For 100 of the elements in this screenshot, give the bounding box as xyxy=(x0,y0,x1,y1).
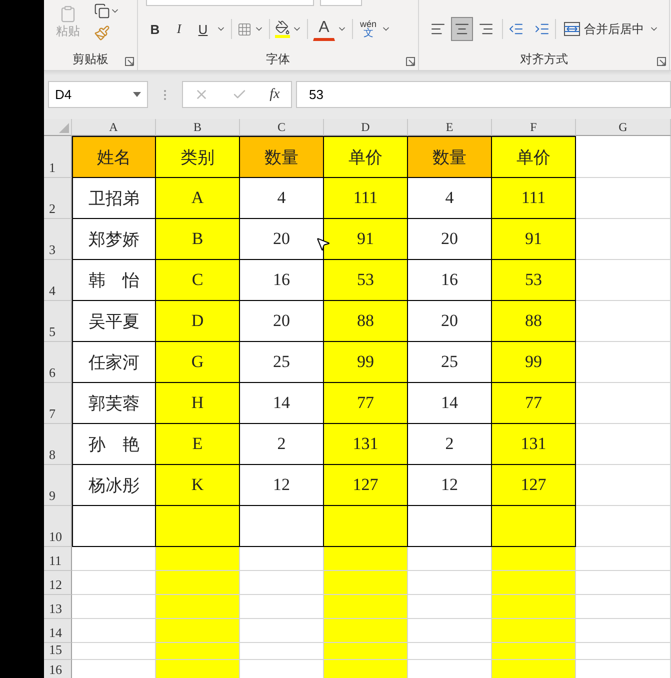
table-cell: B xyxy=(156,219,240,260)
table-cell: 77 xyxy=(324,383,408,424)
align-center-icon[interactable] xyxy=(454,21,470,37)
header-cell: 单价 xyxy=(492,136,576,178)
name-box[interactable]: D4 xyxy=(48,81,148,108)
bold-button[interactable]: B xyxy=(144,17,166,41)
align-center-button[interactable] xyxy=(451,17,473,41)
table-cell: 77 xyxy=(492,383,576,424)
dialog-launcher-icon[interactable] xyxy=(125,57,134,66)
row-header[interactable]: 13 xyxy=(44,595,72,619)
table-cell: C xyxy=(156,260,240,301)
align-right-icon[interactable] xyxy=(478,21,494,37)
table-cell: E xyxy=(156,424,240,465)
table-cell: H xyxy=(156,383,240,424)
table-cell: 53 xyxy=(492,260,576,301)
group-label: 字体 xyxy=(265,50,291,68)
table-cell: 2 xyxy=(408,424,492,465)
phonetic-button[interactable]: wén 文 xyxy=(358,20,379,38)
header-cell: 数量 xyxy=(240,136,324,178)
table-cell: 任家河 xyxy=(72,342,156,383)
table-cell: A xyxy=(156,178,240,219)
copy-icon[interactable] xyxy=(94,3,110,19)
table-cell: 20 xyxy=(240,219,324,260)
merge-center-button[interactable]: 合并后居中 xyxy=(561,17,647,41)
table-cell: D xyxy=(156,301,240,342)
row-header[interactable]: 2 xyxy=(44,178,72,219)
table-cell: 吴平夏 xyxy=(72,301,156,342)
table-cell: 88 xyxy=(324,301,408,342)
table-cell: 郭芙蓉 xyxy=(72,383,156,424)
row-header[interactable]: 16 xyxy=(44,660,72,678)
table-cell: 25 xyxy=(240,342,324,383)
insert-function-button[interactable]: fx xyxy=(270,86,280,102)
table-cell: 12 xyxy=(408,465,492,506)
row-header[interactable]: 15 xyxy=(44,643,72,660)
header-cell: 类别 xyxy=(156,136,240,178)
fill-color-icon[interactable] xyxy=(275,20,290,38)
font-size-field[interactable] xyxy=(320,0,362,6)
table-cell: 111 xyxy=(492,178,576,219)
row-header[interactable]: 4 xyxy=(44,260,72,301)
group-label: 对齐方式 xyxy=(519,50,569,68)
table-cell: 韩 怡 xyxy=(72,260,156,301)
row-header[interactable]: 14 xyxy=(44,619,72,643)
table-cell: G xyxy=(156,342,240,383)
table-cell: 12 xyxy=(240,465,324,506)
table-cell: 4 xyxy=(408,178,492,219)
column-header[interactable]: B xyxy=(156,119,240,136)
group-label: 剪贴板 xyxy=(72,50,110,68)
column-header[interactable]: D xyxy=(324,119,408,136)
column-header[interactable]: A xyxy=(72,119,156,136)
table-cell: 127 xyxy=(324,465,408,506)
format-painter-icon[interactable] xyxy=(94,25,110,41)
table-cell: 卫招弟 xyxy=(72,178,156,219)
row-header[interactable]: 3 xyxy=(44,219,72,260)
table-cell: 16 xyxy=(408,260,492,301)
table-cell: 孙 艳 xyxy=(72,424,156,465)
row-header[interactable]: 10 xyxy=(44,506,72,547)
column-header[interactable]: E xyxy=(408,119,492,136)
formula-field[interactable]: 53 xyxy=(296,81,671,108)
drag-handle-icon[interactable] xyxy=(164,90,166,100)
table-cell: 14 xyxy=(408,383,492,424)
column-header[interactable]: G xyxy=(576,119,671,136)
row-header[interactable]: 9 xyxy=(44,465,72,506)
row-header[interactable]: 7 xyxy=(44,383,72,424)
header-cell: 姓名 xyxy=(72,136,156,178)
decrease-indent-icon[interactable] xyxy=(508,21,524,37)
dialog-launcher-icon[interactable] xyxy=(657,57,666,66)
font-name-field[interactable] xyxy=(146,0,314,6)
table-cell: 53 xyxy=(324,260,408,301)
table-cell: 91 xyxy=(492,219,576,260)
table-cell: 20 xyxy=(408,301,492,342)
column-header[interactable]: F xyxy=(492,119,576,136)
row-header[interactable]: 11 xyxy=(44,547,72,571)
align-left-icon[interactable] xyxy=(430,21,446,37)
row-header[interactable]: 6 xyxy=(44,342,72,383)
table-cell: 111 xyxy=(324,178,408,219)
table-cell: 4 xyxy=(240,178,324,219)
font-color-button[interactable]: A xyxy=(313,17,335,41)
increase-indent-icon[interactable] xyxy=(534,21,550,37)
header-cell: 数量 xyxy=(408,136,492,178)
row-header[interactable]: 5 xyxy=(44,301,72,342)
border-icon[interactable] xyxy=(237,22,252,36)
table-cell: 131 xyxy=(492,424,576,465)
underline-button[interactable]: U xyxy=(192,17,214,41)
table-cell: 20 xyxy=(408,219,492,260)
merge-center-icon[interactable] xyxy=(564,22,580,36)
table-cell: 14 xyxy=(240,383,324,424)
table-cell: 16 xyxy=(240,260,324,301)
table-cell: 郑梦娇 xyxy=(72,219,156,260)
table-cell: 25 xyxy=(408,342,492,383)
row-header[interactable]: 1 xyxy=(44,136,72,178)
table-cell: K xyxy=(156,465,240,506)
dialog-launcher-icon[interactable] xyxy=(406,57,415,66)
row-header[interactable]: 12 xyxy=(44,571,72,595)
mouse-pointer-icon xyxy=(315,236,331,252)
table-cell: 131 xyxy=(324,424,408,465)
table-cell: 99 xyxy=(324,342,408,383)
column-header[interactable]: C xyxy=(240,119,324,136)
table-cell: 127 xyxy=(492,465,576,506)
row-header[interactable]: 8 xyxy=(44,424,72,465)
italic-button[interactable]: I xyxy=(168,17,190,41)
